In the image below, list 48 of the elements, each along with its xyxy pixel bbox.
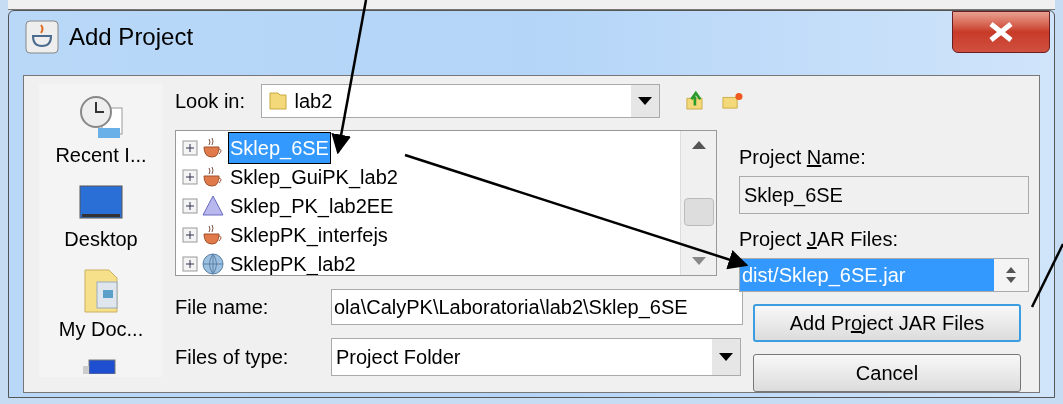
window-title: Add Project	[69, 22, 194, 52]
coffee-cup-icon	[202, 223, 224, 246]
up-arrow-icon[interactable]	[1006, 267, 1016, 273]
spin-arrows[interactable]	[994, 259, 1028, 291]
place-label[interactable]: Desktop	[64, 224, 138, 254]
close-icon	[988, 22, 1014, 42]
close-button[interactable]	[952, 11, 1050, 53]
project-name-field[interactable]: Sklep_6SE	[739, 176, 1029, 214]
scroll-up-icon[interactable]	[691, 141, 706, 149]
place-label[interactable]: Recent I...	[55, 140, 147, 170]
expand-icon[interactable]	[182, 226, 198, 243]
dialog-button[interactable]: Cancel	[753, 354, 1021, 392]
coffee-cup-icon	[25, 20, 59, 54]
expand-icon[interactable]	[182, 168, 198, 185]
tree-item[interactable]: SklepPK_lab2	[228, 248, 358, 275]
tree-item[interactable]: Sklep_GuiPK_lab2	[228, 161, 400, 192]
expand-icon[interactable]	[182, 139, 198, 156]
down-arrow-icon[interactable]	[1006, 277, 1016, 283]
coffee-cup-icon	[202, 136, 224, 159]
file-name-field[interactable]: ola\CalyPK\Laboratoria\lab2\Sklep_6SE	[331, 289, 743, 325]
up-folder-icon[interactable]	[686, 90, 706, 112]
place-label[interactable]: My Doc...	[58, 314, 144, 344]
folder-icon	[268, 91, 289, 111]
files-of-type-value: Project Folder	[336, 345, 462, 370]
project-name-label: Project Name:	[739, 145, 867, 170]
dialog-button[interactable]: Add Project JAR Files	[753, 304, 1021, 342]
clock-icon	[78, 94, 124, 140]
dropdown-arrow-icon	[719, 353, 733, 361]
files-of-type-dropdown[interactable]: Project Folder	[331, 338, 741, 376]
look-in-label: Look in:	[175, 89, 247, 114]
files-of-type-label: Files of type:	[175, 345, 290, 370]
new-folder-icon[interactable]	[721, 91, 743, 111]
file-name-label: File name:	[175, 295, 270, 320]
expand-icon[interactable]	[182, 255, 198, 272]
tree-item[interactable]: SklepPK_interfejs	[228, 219, 390, 250]
look-in-value: lab2	[294, 89, 334, 114]
dropdown-arrow-icon	[638, 97, 652, 105]
scroll-thumb[interactable]	[683, 198, 714, 226]
globe-icon	[202, 252, 224, 275]
scrollbar[interactable]	[680, 131, 716, 275]
tree-item[interactable]: Sklep_PK_lab2EE	[228, 190, 396, 221]
coffee-cup-icon	[202, 165, 224, 188]
expand-icon[interactable]	[182, 197, 198, 214]
annotation-line	[1030, 243, 1063, 308]
look-in-dropdown[interactable]: lab2	[261, 84, 660, 118]
jar-files-label: Project JAR Files:	[739, 227, 899, 252]
scroll-down-icon[interactable]	[691, 257, 706, 265]
triangle-icon	[202, 194, 224, 217]
